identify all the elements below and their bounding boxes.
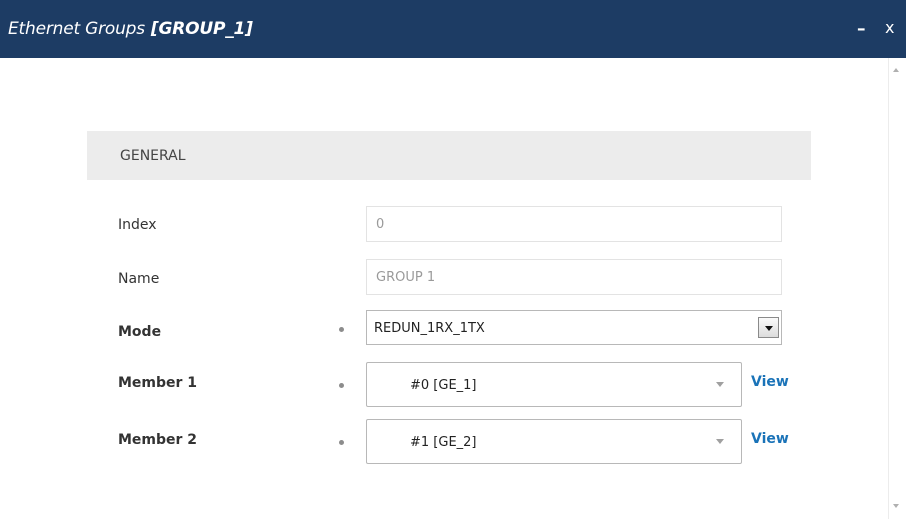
member1-modified-dot-icon [339, 383, 344, 388]
member2-select[interactable]: #1 [GE_2] [366, 419, 742, 464]
scroll-down-arrow-icon[interactable] [893, 504, 899, 508]
member1-label: Member 1 [118, 375, 198, 391]
dialog-title-text: Ethernet Groups [8, 19, 145, 39]
index-value: 0 [376, 217, 385, 232]
name-value: GROUP 1 [376, 270, 436, 285]
member2-label: Member 2 [118, 432, 198, 448]
member2-modified-dot-icon [339, 440, 344, 445]
mode-label: Mode [118, 324, 162, 340]
index-label: Index [118, 217, 157, 233]
member1-select[interactable]: #0 [GE_1] [366, 362, 742, 407]
title-bar: Ethernet Groups [GROUP_1] – x [0, 0, 906, 58]
chevron-down-icon [716, 439, 724, 444]
member2-view-link[interactable]: View [751, 431, 789, 447]
dialog-title: Ethernet Groups [GROUP_1] [8, 19, 253, 39]
vertical-scrollbar[interactable] [888, 58, 906, 519]
name-label: Name [118, 271, 160, 287]
mode-value: REDUN_1RX_1TX [374, 321, 485, 336]
index-field: 0 [366, 206, 782, 242]
close-button[interactable]: x [885, 18, 894, 37]
general-section-header: GENERAL [87, 131, 811, 180]
minimize-button[interactable]: – [857, 19, 866, 39]
mode-select[interactable]: REDUN_1RX_1TX [366, 310, 782, 345]
member1-view-link[interactable]: View [751, 374, 789, 390]
chevron-down-icon [716, 382, 724, 387]
member1-value: #0 [GE_1] [410, 378, 477, 393]
dialog-title-suffix: [GROUP_1] [150, 19, 253, 39]
ethernet-groups-dialog: Ethernet Groups [GROUP_1] – x GENERAL Ind… [0, 0, 906, 519]
scroll-up-arrow-icon[interactable] [893, 68, 899, 72]
mode-modified-dot-icon [339, 327, 344, 332]
name-field: GROUP 1 [366, 259, 782, 295]
section-title: GENERAL [120, 148, 186, 164]
member2-value: #1 [GE_2] [410, 435, 477, 450]
dropdown-arrow-icon[interactable] [758, 317, 779, 338]
